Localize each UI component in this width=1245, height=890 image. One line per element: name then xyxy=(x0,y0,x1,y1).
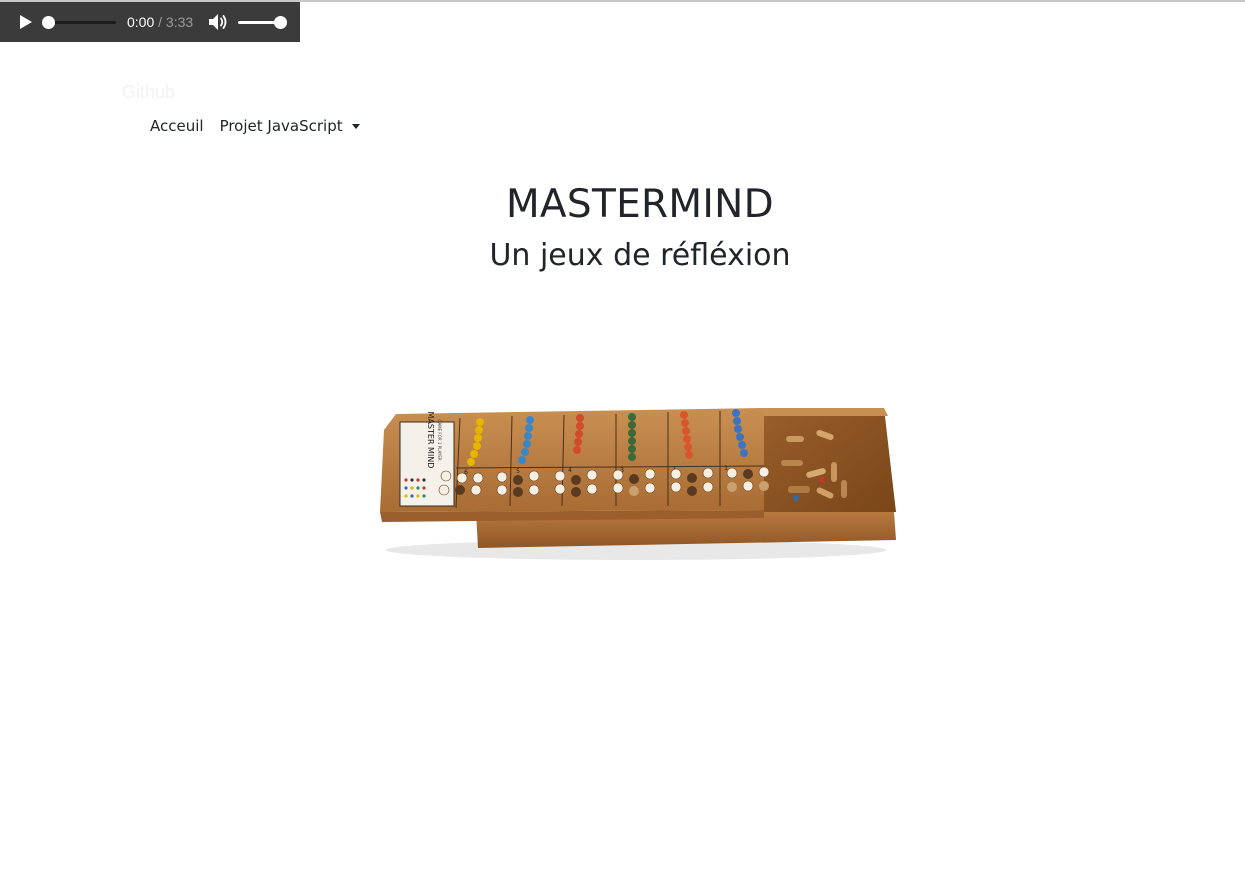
audio-progress-thumb[interactable] xyxy=(42,16,55,29)
volume-thumb[interactable] xyxy=(274,16,287,29)
row-number-4: 4 xyxy=(568,467,572,474)
board-sublabel: GAME FOR 1 PLAYER xyxy=(437,419,442,461)
audio-time-separator: / xyxy=(158,14,163,30)
mastermind-board-image: MASTER MIND GAME FOR 1 PLAYER 6 5 4 3 2 … xyxy=(380,408,896,560)
page-title: MASTERMIND xyxy=(505,182,774,227)
nav-item-projet-javascript[interactable]: Projet JavaScript xyxy=(220,117,360,135)
audio-player: 0:00 / 3:33 xyxy=(0,2,300,42)
play-icon[interactable] xyxy=(18,14,34,30)
audio-current-time: 0:00 xyxy=(127,14,155,30)
main-nav: Acceuil Projet JavaScript xyxy=(150,117,360,135)
chevron-down-icon[interactable] xyxy=(351,123,360,129)
brand-link-github[interactable]: Github xyxy=(122,82,175,103)
volume-icon[interactable] xyxy=(208,13,228,31)
audio-time: 0:00 / 3:33 xyxy=(127,14,193,31)
board-label: MASTER MIND xyxy=(426,412,435,469)
nav-item-projet-javascript-label[interactable]: Projet JavaScript xyxy=(220,117,343,135)
volume-slider[interactable] xyxy=(238,16,287,29)
page-subtitle: Un jeux de réfléxion xyxy=(489,238,791,273)
nav-item-acceuil[interactable]: Acceuil xyxy=(150,117,204,135)
audio-progress-slider[interactable] xyxy=(42,16,116,29)
audio-duration: 3:33 xyxy=(165,14,194,30)
row-number-5: 5 xyxy=(516,468,520,475)
